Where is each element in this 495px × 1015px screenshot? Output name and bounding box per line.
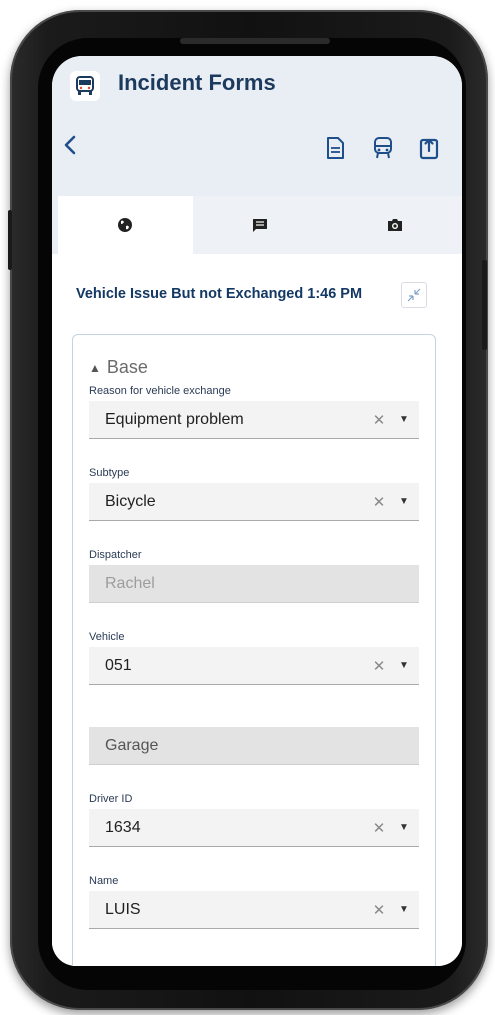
vehicle-value: 051 bbox=[105, 656, 132, 674]
collapse-icon bbox=[407, 288, 421, 302]
clear-icon[interactable]: ✕ bbox=[369, 493, 389, 511]
form-tabs bbox=[58, 196, 462, 254]
document-button[interactable] bbox=[322, 134, 348, 162]
driver-id-value: 1634 bbox=[105, 818, 141, 836]
clear-icon[interactable]: ✕ bbox=[369, 901, 389, 919]
clear-icon[interactable]: ✕ bbox=[369, 657, 389, 675]
driver-id-label: Driver ID bbox=[89, 793, 133, 805]
garage-field: Garage bbox=[89, 727, 419, 765]
bus-button[interactable] bbox=[370, 134, 396, 162]
tab-camera[interactable] bbox=[327, 196, 462, 254]
name-value: LUIS bbox=[105, 900, 141, 918]
dropdown-icon[interactable]: ▼ bbox=[397, 904, 411, 915]
camera-icon bbox=[387, 219, 402, 231]
back-button[interactable] bbox=[58, 130, 82, 160]
driver-id-select[interactable]: 1634 ✕ ▼ bbox=[89, 809, 419, 847]
app-screen: Incident Forms Vehicle Issue But not Exc… bbox=[52, 56, 462, 966]
chevron-left-icon bbox=[64, 135, 76, 155]
phone-side-button bbox=[482, 260, 487, 350]
name-label: Name bbox=[89, 875, 119, 887]
reason-value: Equipment problem bbox=[105, 410, 244, 428]
bus-logo-icon bbox=[70, 71, 100, 101]
name-select[interactable]: LUIS ✕ ▼ bbox=[89, 891, 419, 929]
collapse-button[interactable] bbox=[401, 282, 427, 308]
garage-placeholder: Garage bbox=[105, 736, 159, 754]
dispatcher-placeholder: Rachel bbox=[105, 574, 155, 592]
tab-globe[interactable] bbox=[58, 196, 193, 254]
dropdown-icon[interactable]: ▼ bbox=[397, 660, 411, 671]
subtype-select[interactable]: Bicycle ✕ ▼ bbox=[89, 483, 419, 521]
upload-icon bbox=[419, 138, 439, 160]
dropdown-icon[interactable]: ▼ bbox=[397, 496, 411, 507]
clear-icon[interactable]: ✕ bbox=[369, 411, 389, 429]
bus-icon bbox=[374, 137, 392, 159]
vehicle-select[interactable]: 051 ✕ ▼ bbox=[89, 647, 419, 685]
clear-icon[interactable]: ✕ bbox=[369, 819, 389, 837]
dispatcher-field: Rachel bbox=[89, 565, 419, 603]
form-title: Vehicle Issue But not Exchanged 1:46 PM bbox=[76, 286, 363, 302]
reason-label: Reason for vehicle exchange bbox=[89, 385, 231, 397]
phone-side-button-left bbox=[8, 210, 12, 270]
dropdown-icon[interactable]: ▼ bbox=[397, 822, 411, 833]
form-content: Vehicle Issue But not Exchanged 1:46 PM … bbox=[52, 254, 462, 966]
section-toggle-base[interactable]: ▲ Base bbox=[89, 357, 148, 378]
document-icon bbox=[327, 137, 344, 159]
subtype-value: Bicycle bbox=[105, 492, 156, 510]
section-title: Base bbox=[106, 357, 148, 377]
app-title: Incident Forms bbox=[118, 70, 276, 95]
message-icon bbox=[253, 219, 267, 232]
upload-button[interactable] bbox=[416, 134, 442, 162]
reason-select[interactable]: Equipment problem ✕ ▼ bbox=[89, 401, 419, 439]
dropdown-icon[interactable]: ▼ bbox=[397, 414, 411, 425]
tab-messages[interactable] bbox=[192, 196, 328, 254]
phone-speaker bbox=[180, 38, 330, 44]
base-section-card: ▲ Base Reason for vehicle exchange Equip… bbox=[72, 334, 436, 966]
vehicle-label: Vehicle bbox=[89, 631, 125, 643]
globe-icon bbox=[118, 218, 133, 232]
dispatcher-label: Dispatcher bbox=[89, 549, 142, 561]
collapse-arrow-icon: ▲ bbox=[89, 360, 101, 375]
subtype-label: Subtype bbox=[89, 467, 130, 479]
